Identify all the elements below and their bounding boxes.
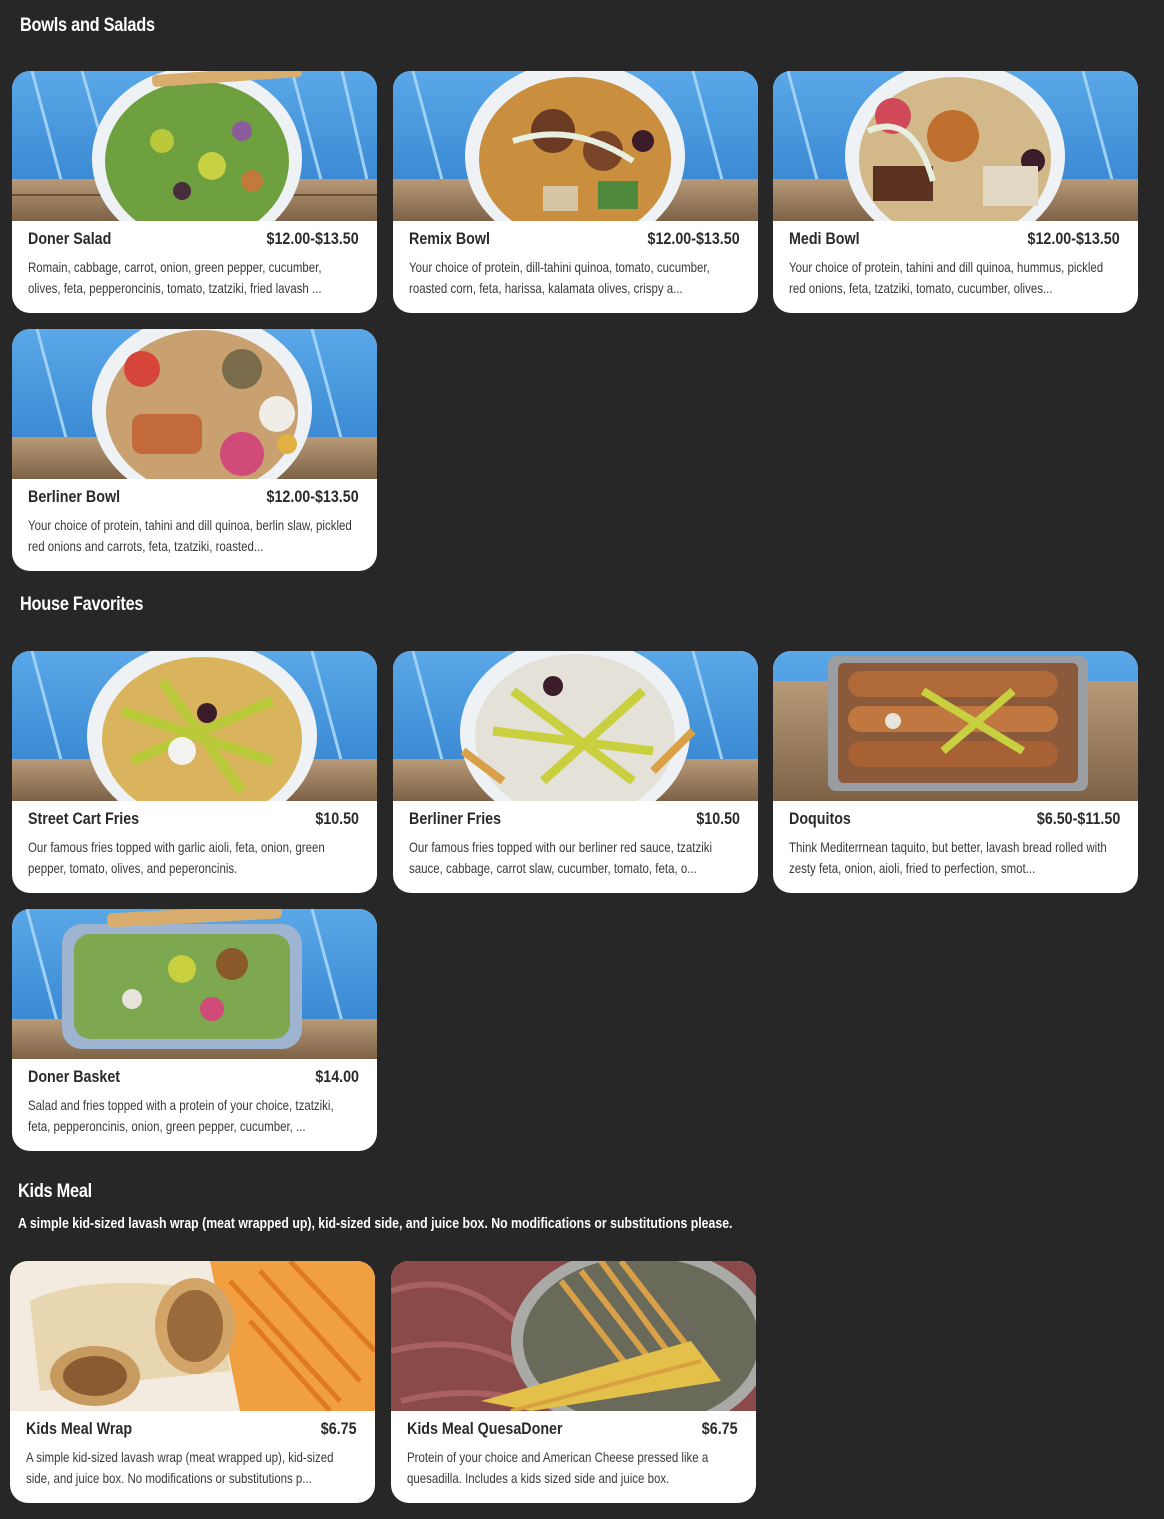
- item-name: Berliner Bowl: [28, 487, 121, 506]
- menu-item-card[interactable]: Kids Meal QuesaDoner $6.75 Protein of yo…: [391, 1261, 756, 1503]
- item-description: Protein of your choice and American Chee…: [407, 1449, 709, 1486]
- menu-item-card[interactable]: Medi Bowl $12.00-$13.50 Your choice of p…: [773, 71, 1138, 313]
- item-description: Your choice of protein, dill-tahini quin…: [409, 259, 710, 296]
- section-title-house-favorites: House Favorites: [20, 594, 144, 615]
- item-price: $6.75: [321, 1419, 357, 1438]
- item-price: $14.00: [315, 1067, 359, 1086]
- item-price: $6.50-$11.50: [1036, 809, 1120, 828]
- menu-item-card[interactable]: Doquitos $6.50-$11.50 Think Mediterrnean…: [773, 651, 1138, 893]
- item-price: $12.00-$13.50: [266, 229, 359, 248]
- menu-item-card[interactable]: Street Cart Fries $10.50 Our famous frie…: [12, 651, 377, 893]
- item-description: Salad and fries topped with a protein of…: [28, 1097, 334, 1134]
- menu-item-card[interactable]: Doner Basket $14.00 Salad and fries topp…: [12, 909, 377, 1151]
- item-description: Think Mediterrnean taquito, but better, …: [789, 839, 1107, 876]
- item-price: $12.00-$13.50: [647, 229, 740, 248]
- item-name: Kids Meal QuesaDoner: [407, 1419, 563, 1438]
- item-description: Romain, cabbage, carrot, onion, green pe…: [28, 259, 322, 296]
- menu-item-card[interactable]: Doner Salad $12.00-$13.50 Romain, cabbag…: [12, 71, 377, 313]
- item-price: $10.50: [696, 809, 740, 828]
- item-name: Berliner Fries: [409, 809, 502, 828]
- wrap-photo: [10, 1261, 375, 1411]
- section-title-bowls-and-salads: Bowls and Salads: [20, 15, 155, 36]
- item-price: $12.00-$13.50: [1027, 229, 1120, 248]
- menu-item-card[interactable]: Berliner Bowl $12.00-$13.50 Your choice …: [12, 329, 377, 571]
- bowl-berliner-photo: [12, 329, 377, 479]
- section-title-kids-meal: Kids Meal: [18, 1181, 92, 1202]
- fries-bowl-photo: [12, 651, 377, 801]
- tray-photo: [773, 651, 1138, 801]
- basket-photo: [12, 909, 377, 1059]
- quesadilla-photo: [391, 1261, 756, 1411]
- menu-item-card[interactable]: Remix Bowl $12.00-$13.50 Your choice of …: [393, 71, 758, 313]
- bowl-salad-photo: [12, 71, 377, 221]
- item-description: Our famous fries topped with our berline…: [409, 839, 713, 876]
- item-name: Doner Basket: [28, 1067, 121, 1086]
- item-name: Doquitos: [789, 809, 851, 828]
- section-description: A simple kid-sized lavash wrap (meat wra…: [18, 1215, 733, 1232]
- item-price: $12.00-$13.50: [266, 487, 359, 506]
- bowl-medi-photo: [773, 71, 1138, 221]
- item-description: Your choice of protein, tahini and dill …: [28, 517, 352, 554]
- item-description: Our famous fries topped with garlic aiol…: [28, 839, 325, 876]
- item-name: Doner Salad: [28, 229, 112, 248]
- item-name: Kids Meal Wrap: [26, 1419, 133, 1438]
- item-name: Remix Bowl: [409, 229, 490, 248]
- item-description: Your choice of protein, tahini and dill …: [789, 259, 1104, 296]
- fries-bowl-photo: [393, 651, 758, 801]
- item-name: Medi Bowl: [789, 229, 860, 248]
- item-price: $6.75: [702, 1419, 738, 1438]
- item-price: $10.50: [315, 809, 359, 828]
- item-description: A simple kid-sized lavash wrap (meat wra…: [26, 1449, 334, 1486]
- bowl-remix-photo: [393, 71, 758, 221]
- menu-item-card[interactable]: Kids Meal Wrap $6.75 A simple kid-sized …: [10, 1261, 375, 1503]
- menu-item-card[interactable]: Berliner Fries $10.50 Our famous fries t…: [393, 651, 758, 893]
- item-name: Street Cart Fries: [28, 809, 140, 828]
